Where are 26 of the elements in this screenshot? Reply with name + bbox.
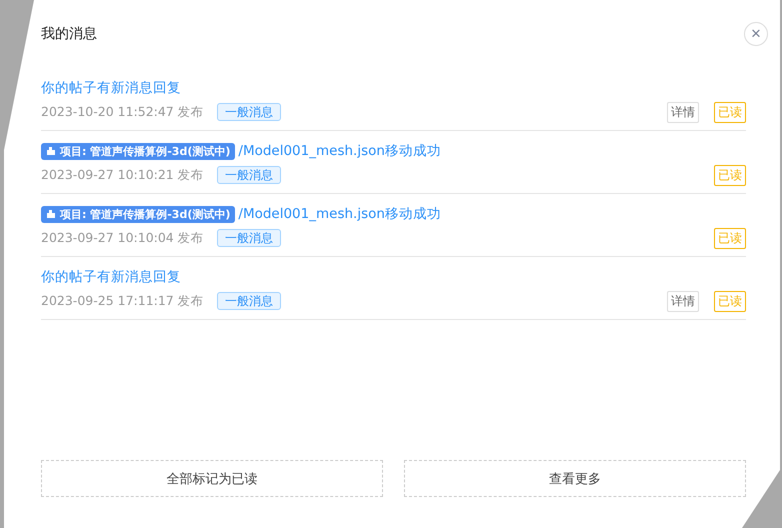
message-time: 2023-09-27 10:10:21 发布 xyxy=(41,166,205,184)
category-tag: 一般消息 xyxy=(217,166,281,184)
message-time: 2023-09-27 10:10:04 发布 xyxy=(41,230,205,246)
message-title[interactable]: /Model001_mesh.json移动成功 xyxy=(238,205,441,223)
message-time: 2023-10-20 11:52:47 发布 xyxy=(41,104,205,120)
details-button[interactable]: 详情 xyxy=(667,290,699,312)
category-tag: 一般消息 xyxy=(217,103,281,121)
category-tag: 一般消息 xyxy=(217,292,281,310)
message-title[interactable]: /Model001_mesh.json移动成功 xyxy=(238,142,441,160)
project-name: 项目: 管道声传播算例-3d(测试中) xyxy=(60,144,230,158)
close-button[interactable]: × xyxy=(744,22,768,46)
read-button[interactable]: 已读 xyxy=(714,102,746,122)
dialog-title: 我的消息 xyxy=(41,25,97,43)
project-name: 项目: 管道声传播算例-3d(测试中) xyxy=(60,206,230,222)
message-title[interactable]: 你的帖子有新消息回复 xyxy=(41,79,181,97)
category-tag: 一般消息 xyxy=(217,229,281,247)
message-title[interactable]: 你的帖子有新消息回复 xyxy=(41,268,181,286)
read-button[interactable]: 已读 xyxy=(714,290,746,312)
read-button[interactable]: 已读 xyxy=(714,164,746,186)
details-button[interactable]: 详情 xyxy=(667,102,699,122)
footer-button[interactable]: 查看更多 xyxy=(404,460,746,497)
message-time: 2023-09-25 17:11:17 发布 xyxy=(41,292,205,310)
read-button[interactable]: 已读 xyxy=(714,228,746,248)
project-tag[interactable]: 项目: 管道声传播算例-3d(测试中) xyxy=(41,206,236,222)
project-tag[interactable]: 项目: 管道声传播算例-3d(测试中) xyxy=(41,142,236,160)
footer-button[interactable]: 全部标记为已读 xyxy=(41,460,383,497)
